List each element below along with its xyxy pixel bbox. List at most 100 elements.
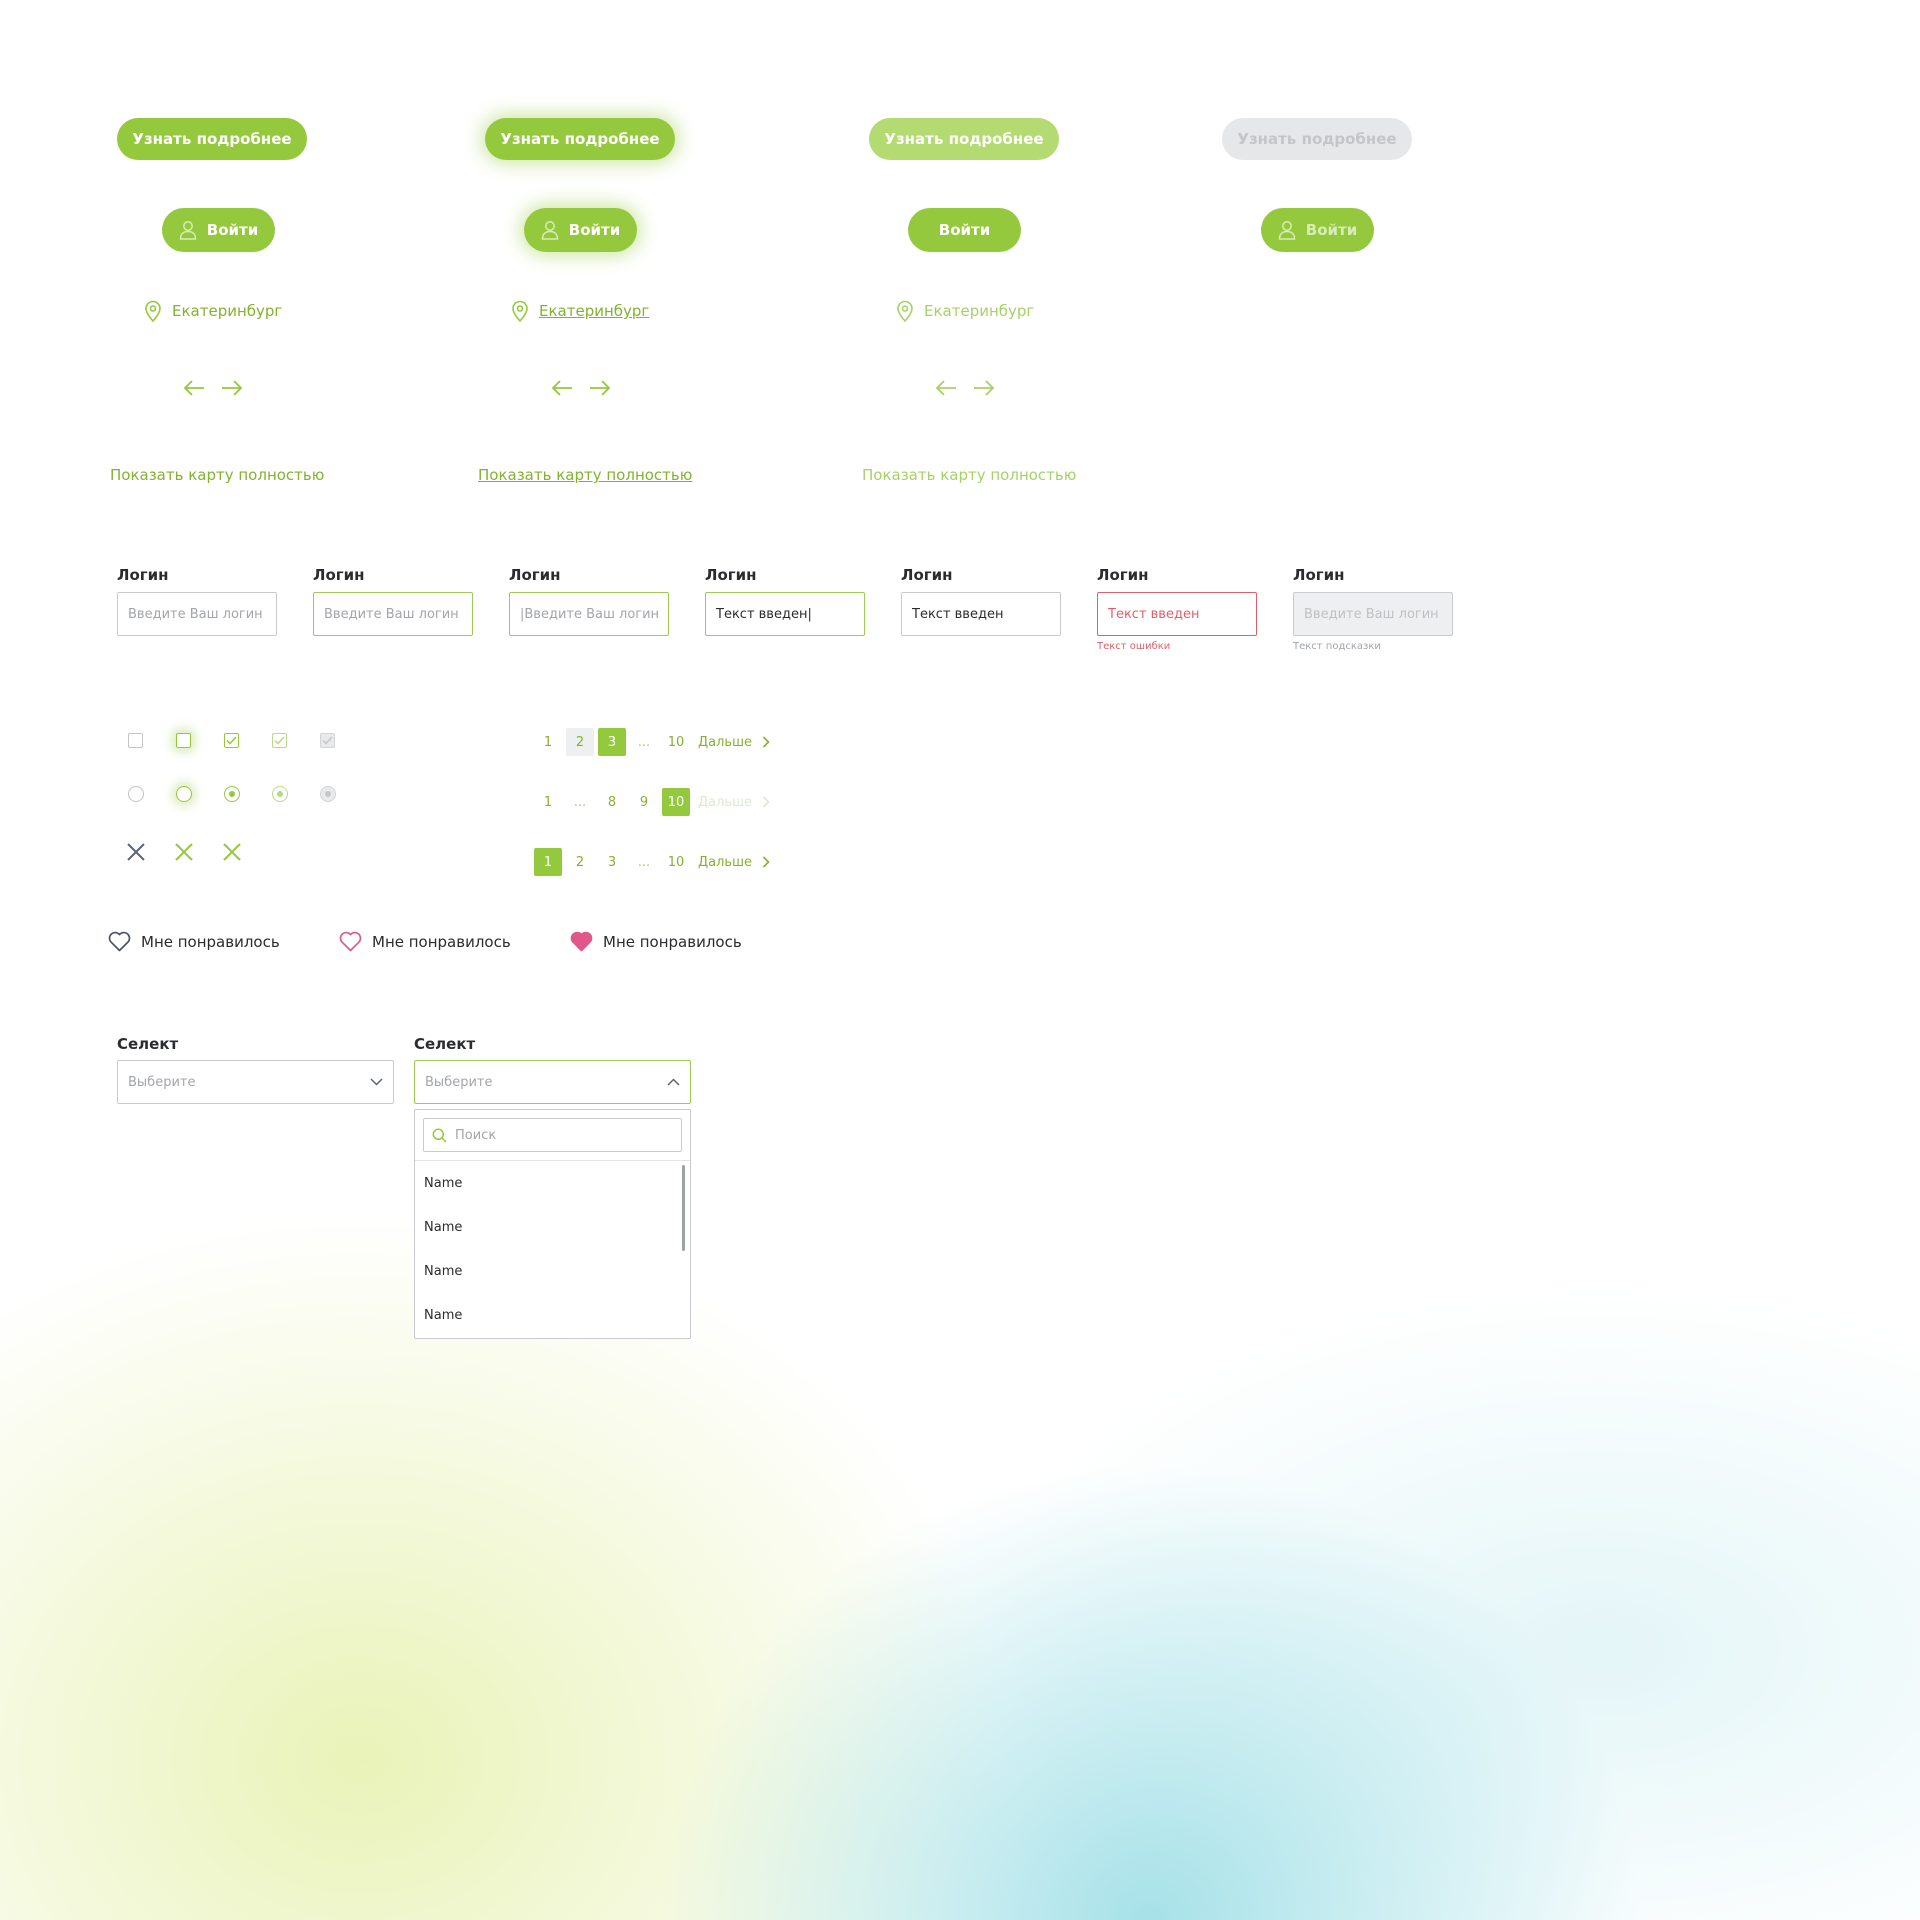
field-label: Логин — [1097, 566, 1149, 584]
login-button-disabled[interactable]: Войти — [1261, 208, 1374, 252]
login-input-hover[interactable]: Введите Ваш логин — [313, 592, 473, 636]
login-button-pressed[interactable]: Войти — [908, 208, 1021, 252]
login-button-hover[interactable]: Войти — [524, 208, 637, 252]
select-open[interactable]: Выберите — [414, 1060, 691, 1104]
login-button-label: Войти — [568, 221, 621, 239]
login-input-focused[interactable]: |Введите Ваш логин — [509, 592, 669, 636]
page-ellipsis: ... — [637, 854, 651, 870]
location-pin-icon — [512, 300, 528, 322]
select-option[interactable]: Name — [415, 1205, 690, 1249]
login-input-error[interactable]: Текст введен — [1097, 592, 1257, 636]
checkmark-icon — [226, 736, 237, 745]
page-link-active[interactable]: 3 — [598, 728, 626, 756]
slider-arrows-hover — [550, 378, 612, 398]
like-label: Мне понравилось — [603, 932, 742, 951]
login-button-label: Войти — [206, 221, 259, 239]
page-link[interactable]: 10 — [662, 728, 690, 756]
page-link[interactable]: 8 — [598, 788, 626, 816]
select-closed[interactable]: Выберите — [117, 1060, 394, 1104]
arrow-left-icon[interactable] — [550, 378, 574, 398]
arrow-right-icon[interactable] — [588, 378, 612, 398]
checkbox-disabled[interactable] — [320, 733, 335, 748]
next-label: Дальше — [698, 854, 752, 870]
radio-hover[interactable] — [176, 786, 192, 802]
page-link[interactable]: 9 — [630, 788, 658, 816]
location-link-hover[interactable]: Екатеринбург — [511, 300, 649, 322]
pagination-1: 1 2 3 ... 10 Дальше — [534, 728, 770, 756]
show-map-link-hover[interactable]: Показать карту полностью — [478, 466, 692, 484]
heart-filled-icon — [570, 931, 593, 952]
radio-default[interactable] — [128, 786, 144, 802]
page-link[interactable]: 1 — [534, 728, 562, 756]
login-input-default[interactable]: Введите Ваш логин — [117, 592, 277, 636]
scrollbar[interactable] — [682, 1165, 685, 1251]
location-city: Екатеринбург — [924, 302, 1035, 320]
learn-more-button-disabled[interactable]: Узнать подробнее — [1222, 118, 1412, 160]
arrow-left-icon[interactable] — [934, 378, 958, 398]
close-icon[interactable] — [126, 842, 146, 862]
page-link-active[interactable]: 10 — [662, 788, 690, 816]
show-map-link-pressed[interactable]: Показать карту полностью — [862, 466, 1076, 484]
location-city: Екатеринбург — [539, 302, 650, 320]
page-ellipsis: ... — [637, 734, 651, 750]
field-label: Логин — [313, 566, 365, 584]
chevron-right-icon — [762, 736, 770, 748]
radio-checked-pressed[interactable] — [272, 786, 288, 802]
page-link[interactable]: 3 — [598, 848, 626, 876]
learn-more-button-hover[interactable]: Узнать подробнее — [485, 118, 675, 160]
user-icon — [179, 221, 197, 240]
checkbox-checked[interactable] — [224, 733, 239, 748]
options-list: Name Name Name Name — [415, 1161, 690, 1337]
checkmark-icon — [322, 736, 333, 745]
next-page-button[interactable]: Дальше — [698, 855, 770, 870]
learn-more-button[interactable]: Узнать подробнее — [117, 118, 307, 160]
page-link[interactable]: 2 — [566, 848, 594, 876]
arrow-right-icon[interactable] — [972, 378, 996, 398]
checkbox-checked-pressed[interactable] — [272, 733, 287, 748]
field-label: Логин — [509, 566, 561, 584]
chevron-right-icon — [762, 796, 770, 808]
login-button[interactable]: Войти — [162, 208, 275, 252]
slider-arrows — [182, 378, 244, 398]
select-option[interactable]: Name — [415, 1249, 690, 1293]
field-label: Логин — [1293, 566, 1345, 584]
dropdown-search-input[interactable]: Поиск — [423, 1118, 682, 1152]
page-link-active[interactable]: 1 — [534, 848, 562, 876]
learn-more-button-pressed[interactable]: Узнать подробнее — [869, 118, 1059, 160]
page-link[interactable]: 10 — [662, 848, 690, 876]
select-placeholder: Выберите — [128, 1074, 196, 1090]
like-button[interactable]: Мне понравилось — [108, 931, 280, 952]
select-label: Селект — [414, 1035, 476, 1053]
next-page-button[interactable]: Дальше — [698, 735, 770, 750]
location-link-pressed[interactable]: Екатеринбург — [896, 300, 1034, 322]
field-label: Логин — [117, 566, 169, 584]
arrow-right-icon[interactable] — [220, 378, 244, 398]
radio-checked[interactable] — [224, 786, 240, 802]
login-input-filled[interactable]: Текст введен — [901, 592, 1061, 636]
pagination-2: 1 ... 8 9 10 Дальше — [534, 788, 770, 816]
radio-disabled[interactable] — [320, 786, 336, 802]
show-map-link[interactable]: Показать карту полностью — [110, 466, 324, 484]
search-icon — [432, 1128, 447, 1143]
login-input-typing[interactable]: Текст введен| — [705, 592, 865, 636]
page-link-hover[interactable]: 2 — [566, 728, 594, 756]
like-button-hover[interactable]: Мне понравилось — [339, 931, 511, 952]
login-input-disabled[interactable]: Введите Ваш логин — [1293, 592, 1453, 636]
page-link[interactable]: 1 — [534, 788, 562, 816]
chevron-down-icon — [370, 1078, 383, 1086]
checkbox-hover[interactable] — [176, 733, 191, 748]
select-label: Селект — [117, 1035, 179, 1053]
checkbox-default[interactable] — [128, 733, 143, 748]
location-link[interactable]: Екатеринбург — [144, 300, 282, 322]
login-button-label: Войти — [1305, 221, 1358, 239]
next-page-button-disabled[interactable]: Дальше — [698, 795, 770, 810]
login-button-label: Войти — [938, 221, 991, 239]
radio-dot — [277, 791, 283, 797]
close-icon-pressed[interactable] — [222, 842, 242, 862]
like-button-active[interactable]: Мне понравилось — [570, 931, 742, 952]
close-icon-hover[interactable] — [174, 842, 194, 862]
select-option[interactable]: Name — [415, 1161, 690, 1205]
arrow-left-icon[interactable] — [182, 378, 206, 398]
select-option[interactable]: Name — [415, 1293, 690, 1337]
field-label: Логин — [705, 566, 757, 584]
